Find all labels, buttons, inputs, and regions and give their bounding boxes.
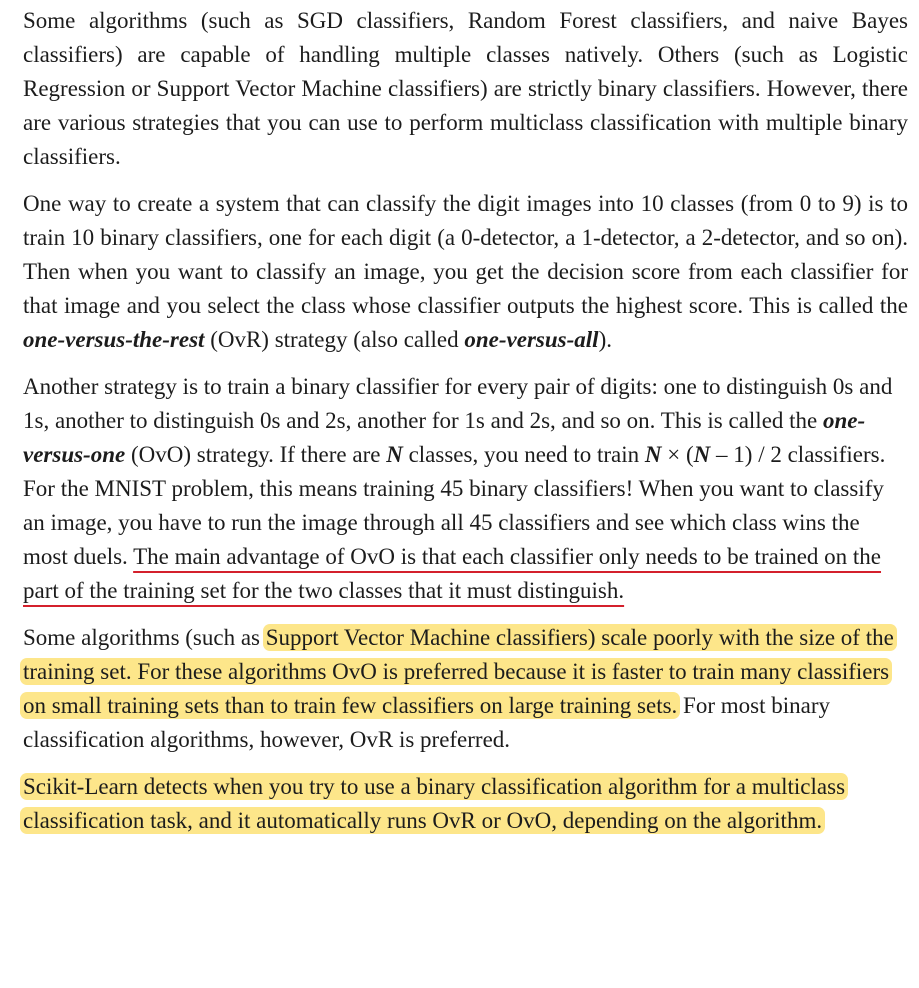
paragraph-ovr-strategy: One way to create a system that can clas… [23,187,908,357]
paragraph-text: One way to create a system that can clas… [23,191,908,318]
paragraph-text: Some algorithms (such as SGD classifiers… [23,8,908,169]
variable-n: N [386,442,403,467]
paragraph-svm-scaling: Some algorithms (such as Support Vector … [20,621,908,757]
paragraph-text: ). [598,327,612,352]
paragraph-multiclass-intro: Some algorithms (such as SGD classifiers… [23,4,908,174]
term-one-versus-the-rest: one-versus-the-rest [23,327,205,352]
term-one-versus-all: one-versus-all [464,327,599,352]
document-page: Some algorithms (such as SGD classifiers… [20,4,908,851]
variable-n: N [693,442,711,467]
variable-n: N [644,442,662,467]
paragraph-scikit-learn: Scikit-Learn detects when you try to use… [20,770,908,838]
paragraph-text: classes, you need to train [402,442,645,467]
paragraph-text: × ( [661,442,694,467]
paragraph-text: Another strategy is to train a binary cl… [23,374,893,433]
paragraph-text: Some algorithms (such as [23,625,266,650]
paragraph-ovo-strategy: Another strategy is to train a binary cl… [23,370,908,608]
underlined-annotation: The main advantage of OvO is that each c… [23,544,882,603]
paragraph-text: (OvO) strategy. If there are [125,442,387,467]
paragraph-text: (OvR) strategy (also called [204,327,465,352]
highlighted-annotation: Scikit-Learn detects when you try to use… [20,773,849,834]
